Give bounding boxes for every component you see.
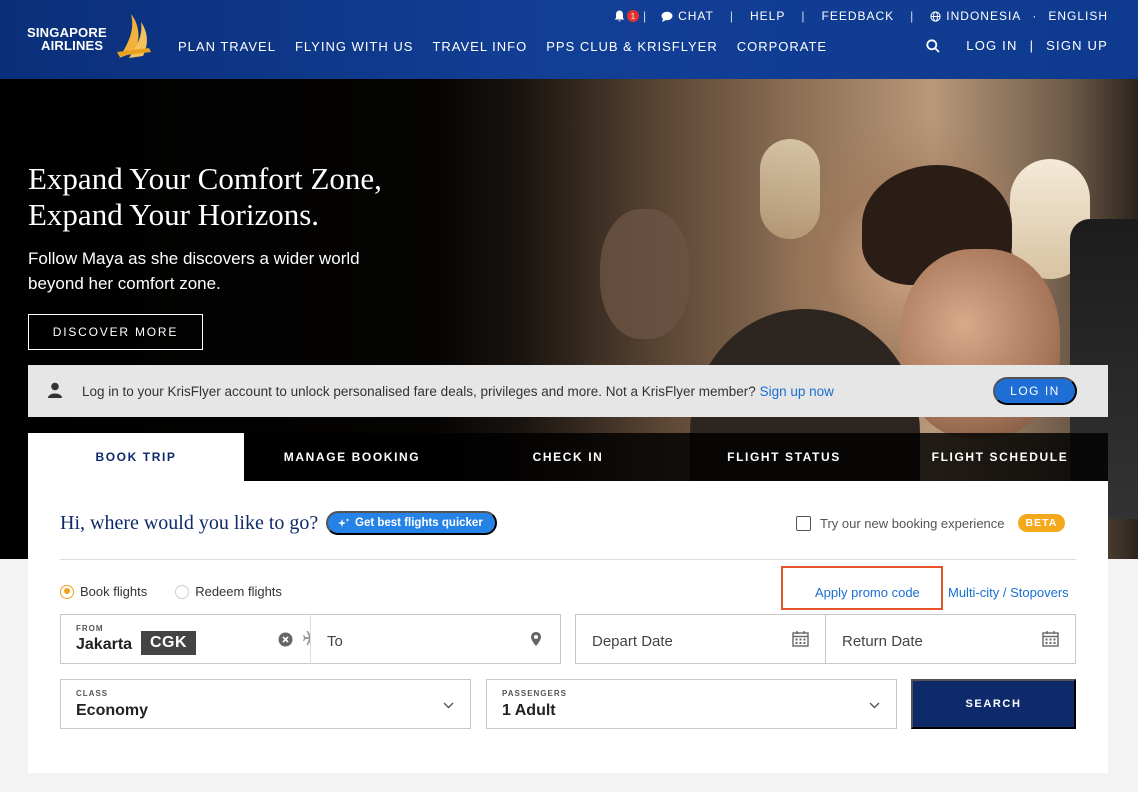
search-icon[interactable] [926, 39, 940, 53]
banner-message: Log in to your KrisFlyer account to unlo… [82, 384, 756, 399]
tab-check-in[interactable]: CHECK IN [460, 433, 676, 481]
book-flights-label[interactable]: Book flights [80, 584, 147, 599]
return-placeholder: Return Date [842, 633, 923, 650]
class-value: Economy [76, 702, 149, 719]
new-experience-label: Try our new booking experience [820, 515, 1005, 531]
from-city: Jakarta [76, 636, 133, 653]
logo-line-2: AIRLINES [41, 38, 104, 53]
singapore-airlines-logo[interactable]: SINGAPORE AIRLINES [27, 12, 153, 62]
header-signup-link[interactable]: SIGN UP [1046, 38, 1108, 53]
header-login-link[interactable]: LOG IN [966, 38, 1017, 53]
class-select[interactable]: CLASS Economy [60, 679, 471, 729]
tab-flight-schedule[interactable]: FLIGHT SCHEDULE [892, 433, 1108, 481]
chat-label: CHAT [678, 9, 714, 23]
tab-manage-booking[interactable]: MANAGE BOOKING [244, 433, 460, 481]
main-nav: PLAN TRAVEL FLYING WITH US TRAVEL INFO P… [178, 39, 827, 54]
to-placeholder: To [327, 633, 343, 650]
bird-logo-icon [117, 14, 151, 58]
hero-subtitle: Follow Maya as she discovers a wider wor… [28, 249, 360, 293]
dot-separator: · [1032, 9, 1038, 23]
book-flights-radio[interactable] [60, 584, 74, 599]
region-label: INDONESIA [946, 9, 1022, 23]
user-icon [48, 382, 62, 398]
util-separator: | [642, 9, 648, 23]
notification-badge: 1 [626, 10, 639, 22]
nav-pps-club-krisflyer[interactable]: PPS CLUB & KRISFLYER [546, 39, 717, 54]
redeem-flights-radio[interactable] [175, 584, 190, 599]
from-airport-code: CGK [141, 631, 197, 655]
utility-bar: 1 | CHAT | HELP | FEEDBACK | INDONESIA ·… [614, 9, 1108, 23]
passengers-label: PASSENGERS [502, 689, 567, 698]
booking-tabs: BOOK TRIP MANAGE BOOKING CHECK IN FLIGHT… [28, 433, 1108, 481]
util-separator: | [729, 9, 734, 23]
feedback-link[interactable]: FEEDBACK [821, 9, 894, 23]
region-language-selector[interactable]: INDONESIA · ENGLISH [930, 9, 1108, 23]
class-label: CLASS [76, 689, 109, 698]
chevron-down-icon [869, 702, 880, 709]
language-label: ENGLISH [1048, 9, 1108, 23]
krisflyer-login-banner: Log in to your KrisFlyer account to unlo… [28, 365, 1108, 417]
banner-login-button[interactable]: LOG IN [993, 377, 1077, 405]
banner-text: Log in to your KrisFlyer account to unlo… [82, 384, 834, 399]
notifications-button[interactable]: 1 [614, 10, 639, 22]
hero-passenger [600, 209, 690, 339]
depart-date-field[interactable]: Depart Date [575, 614, 826, 664]
apply-promo-code-link[interactable]: Apply promo code [815, 585, 920, 600]
auth-separator: | [1029, 38, 1035, 53]
beta-badge: BETA [1017, 514, 1066, 532]
get-best-flights-label: Get best flights quicker [355, 517, 483, 529]
from-field[interactable]: FROM Jakarta CGK [60, 614, 311, 664]
calendar-icon [792, 631, 809, 647]
chevron-down-icon [443, 702, 454, 709]
bell-icon [614, 10, 625, 22]
passengers-value: 1 Adult [502, 702, 556, 719]
multi-city-stopovers-link[interactable]: Multi-city / Stopovers [948, 585, 1069, 600]
discover-more-button[interactable]: DISCOVER MORE [28, 314, 203, 350]
nav-flying-with-us[interactable]: FLYING WITH US [295, 39, 413, 54]
hero-cabin-window [760, 139, 820, 239]
new-experience-checkbox[interactable] [796, 515, 811, 531]
trip-type-radios: Book flights Redeem flights [60, 584, 282, 599]
site-header: SINGAPORE AIRLINES 1 | CHAT | HELP | FEE… [0, 0, 1138, 79]
location-pin-icon [531, 632, 541, 646]
new-booking-experience-toggle[interactable]: Try our new booking experience BETA [796, 514, 1066, 532]
return-date-field[interactable]: Return Date [825, 614, 1076, 664]
booking-greeting: Hi, where would you like to go? [60, 512, 319, 534]
get-best-flights-button[interactable]: Get best flights quicker [326, 511, 497, 535]
nav-travel-info[interactable]: TRAVEL INFO [432, 39, 527, 54]
calendar-icon [1042, 631, 1059, 647]
nav-plan-travel[interactable]: PLAN TRAVEL [178, 39, 276, 54]
from-label: FROM [76, 624, 104, 633]
sparkle-icon [338, 517, 350, 527]
help-link[interactable]: HELP [750, 9, 785, 23]
booking-panel: Hi, where would you like to go? Get best… [28, 481, 1108, 773]
hero-title: Expand Your Comfort Zone, Expand Your Ho… [28, 161, 382, 232]
passengers-select[interactable]: PASSENGERS 1 Adult [486, 679, 897, 729]
chat-icon [661, 11, 673, 22]
util-separator: | [910, 9, 915, 23]
util-separator: | [801, 9, 806, 23]
globe-icon [930, 10, 941, 22]
nav-corporate[interactable]: CORPORATE [737, 39, 827, 54]
search-flights-button[interactable]: SEARCH [911, 679, 1076, 729]
chat-link[interactable]: CHAT [661, 9, 714, 23]
panel-divider [60, 559, 1076, 560]
clear-icon[interactable] [278, 632, 293, 647]
depart-placeholder: Depart Date [592, 633, 673, 650]
auth-links: LOG IN | SIGN UP [966, 38, 1108, 53]
tab-flight-status[interactable]: FLIGHT STATUS [676, 433, 892, 481]
tab-book-trip[interactable]: BOOK TRIP [28, 433, 244, 481]
logo-wordmark: SINGAPORE AIRLINES [27, 26, 107, 52]
redeem-flights-label[interactable]: Redeem flights [195, 584, 282, 599]
to-field[interactable]: To [310, 614, 561, 664]
banner-signup-link[interactable]: Sign up now [760, 384, 834, 399]
